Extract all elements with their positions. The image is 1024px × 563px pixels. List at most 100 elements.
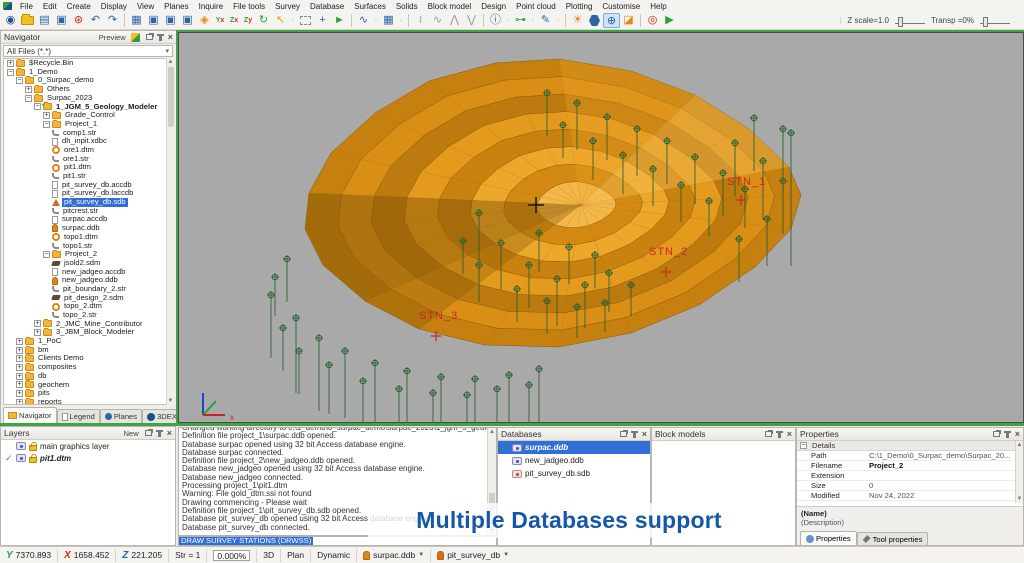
tree-item-reports[interactable]: +reports <box>4 398 172 405</box>
target-icon[interactable]: ◈ <box>196 13 213 28</box>
collapse-icon[interactable]: − <box>800 442 807 449</box>
zoom-percent[interactable]: 0.000% <box>207 549 257 562</box>
preview-brush-icon[interactable] <box>131 33 140 42</box>
database-row-new-jadgeo-ddb[interactable]: new_jadgeo.ddb <box>498 454 650 467</box>
expand-icon[interactable]: + <box>25 86 32 93</box>
3d-viewport[interactable]: STN_1STN_2STN_3x <box>178 32 1024 423</box>
menu-solids[interactable]: Solids <box>391 2 423 11</box>
menu-file-tools[interactable]: File tools <box>228 2 270 11</box>
property-row[interactable]: Extension <box>797 471 1023 481</box>
float-panel-icon[interactable] <box>620 431 627 437</box>
layer-check-icon[interactable]: ✓ <box>5 453 13 464</box>
menu-block-model[interactable]: Block model <box>423 2 477 11</box>
float-panel-icon[interactable] <box>145 430 152 436</box>
tree-item-composites[interactable]: +composites <box>4 363 172 372</box>
navigator-scrollbar[interactable]: ▲ ▼ <box>166 58 174 405</box>
tree-item-bm[interactable]: +bm <box>4 346 172 355</box>
close-panel-icon[interactable]: × <box>1015 429 1020 439</box>
layer-row[interactable]: main graphics layer <box>1 440 175 452</box>
property-row[interactable]: FilenameProject_2 <box>797 461 1023 471</box>
pan-icon[interactable]: + <box>314 13 331 28</box>
scroll-up-icon[interactable]: ▲ <box>488 429 496 435</box>
monitor-icon[interactable]: ▣ <box>145 13 162 28</box>
folder-icon[interactable] <box>21 16 34 25</box>
tree-item-clients-demo[interactable]: +Clients Demo <box>4 354 172 363</box>
new-layer-button[interactable]: New <box>124 429 139 438</box>
sphere-icon[interactable]: ⊕ <box>603 13 620 28</box>
expand-icon[interactable]: + <box>7 60 14 67</box>
restore-icon[interactable]: ▣ <box>53 13 70 28</box>
menu-display[interactable]: Display <box>96 2 132 11</box>
visibility-eye-icon[interactable] <box>16 442 26 450</box>
expand-icon[interactable]: + <box>16 347 23 354</box>
expand-icon[interactable]: + <box>16 399 23 405</box>
scroll-up-icon[interactable]: ▲ <box>1016 442 1023 448</box>
expand-icon[interactable]: + <box>16 373 23 380</box>
tree-item-db[interactable]: +db <box>4 372 172 381</box>
grid-icon[interactable]: ▦ <box>128 13 145 28</box>
info-icon[interactable]: ⓘ <box>487 13 504 28</box>
dropdown-arrow-icon[interactable]: · <box>529 13 537 28</box>
menu-planes[interactable]: Planes <box>159 2 193 11</box>
pencil-icon[interactable]: ✎ <box>537 13 554 28</box>
expand-icon[interactable]: + <box>16 390 23 397</box>
menu-customise[interactable]: Customise <box>597 2 645 11</box>
menu-file[interactable]: File <box>15 2 38 11</box>
axis-zy-icon[interactable]: Zy <box>241 17 255 24</box>
active-database-1[interactable]: surpac.ddb▼ <box>357 549 431 562</box>
play-icon[interactable]: ▶ <box>661 13 678 28</box>
expand-icon[interactable]: + <box>16 355 23 362</box>
preview-label[interactable]: Preview <box>99 33 126 42</box>
render-icon[interactable]: ◪ <box>620 13 637 28</box>
scroll-down-icon[interactable]: ▼ <box>1016 496 1023 502</box>
menu-database[interactable]: Database <box>305 2 349 11</box>
mode-dynamic[interactable]: Dynamic <box>311 549 357 562</box>
menu-survey[interactable]: Survey <box>270 2 305 11</box>
pin-panel-icon[interactable] <box>633 431 636 438</box>
property-row[interactable]: ModifiedNov 24, 2022 <box>797 491 1023 501</box>
menu-plotting[interactable]: Plotting <box>561 2 598 11</box>
curve4-icon[interactable]: ⋁ <box>463 13 480 28</box>
tab-tool-properties[interactable]: Tool properties <box>857 532 929 545</box>
globe-icon[interactable]: ◉ <box>2 13 19 28</box>
fit-icon[interactable]: ► <box>331 13 348 28</box>
scroll-up-icon[interactable]: ▲ <box>167 59 174 65</box>
transparency-slider[interactable] <box>980 17 1010 25</box>
sun-icon[interactable]: ☀ <box>569 13 586 28</box>
visibility-eye-icon[interactable] <box>512 470 522 478</box>
layer-row[interactable]: ✓pit1.dtm <box>1 452 175 464</box>
scroll-thumb[interactable] <box>168 67 174 127</box>
collapse-icon[interactable]: − <box>25 95 32 102</box>
z-scale-slider[interactable] <box>895 17 925 25</box>
menu-create[interactable]: Create <box>62 2 96 11</box>
tab-planes[interactable]: Planes <box>100 409 142 423</box>
tree-item-0-surpac-demo[interactable]: −0_Surpac_demo <box>4 76 172 85</box>
tree-item-3-jbm-block-modeler[interactable]: +3_JBM_Block_Modeler <box>4 328 172 337</box>
axis-yx-icon[interactable]: Yx <box>213 17 227 24</box>
tree-item-1-poc[interactable]: +1_PoC <box>4 337 172 346</box>
lock-icon[interactable] <box>29 457 37 463</box>
hex-icon[interactable] <box>589 15 600 26</box>
close-panel-icon[interactable]: × <box>642 429 647 439</box>
node2-icon[interactable]: ⊶ <box>512 13 529 28</box>
collapse-icon[interactable]: − <box>34 103 41 110</box>
pin-panel-icon[interactable] <box>159 34 162 41</box>
menu-view[interactable]: View <box>132 2 159 11</box>
tab-navigator[interactable]: Navigator <box>3 407 57 423</box>
dropdown-arrow-icon[interactable]: · <box>397 13 405 28</box>
collapse-icon[interactable]: − <box>43 121 50 128</box>
redo-icon[interactable]: ↷ <box>104 13 121 28</box>
dropdown-arrow-icon[interactable]: · <box>554 13 562 28</box>
close-panel-icon[interactable]: × <box>787 429 792 439</box>
curve2-icon[interactable]: ∿ <box>429 13 446 28</box>
tree-item-pit1-dtm[interactable]: pit1.dtm <box>4 163 172 172</box>
menu-surfaces[interactable]: Surfaces <box>349 2 391 11</box>
database-check-icon[interactable]: ✓ <box>501 442 509 453</box>
menu-inquire[interactable]: Inquire <box>194 2 228 11</box>
tree-item-pits[interactable]: +pits <box>4 389 172 398</box>
cursor-icon[interactable]: ↖ <box>272 13 289 28</box>
active-database-2[interactable]: pit_survey_db▼ <box>431 549 515 562</box>
pin-panel-icon[interactable] <box>158 430 161 437</box>
curve3-icon[interactable]: ⋀ <box>446 13 463 28</box>
save-icon[interactable]: ▤ <box>36 13 53 28</box>
